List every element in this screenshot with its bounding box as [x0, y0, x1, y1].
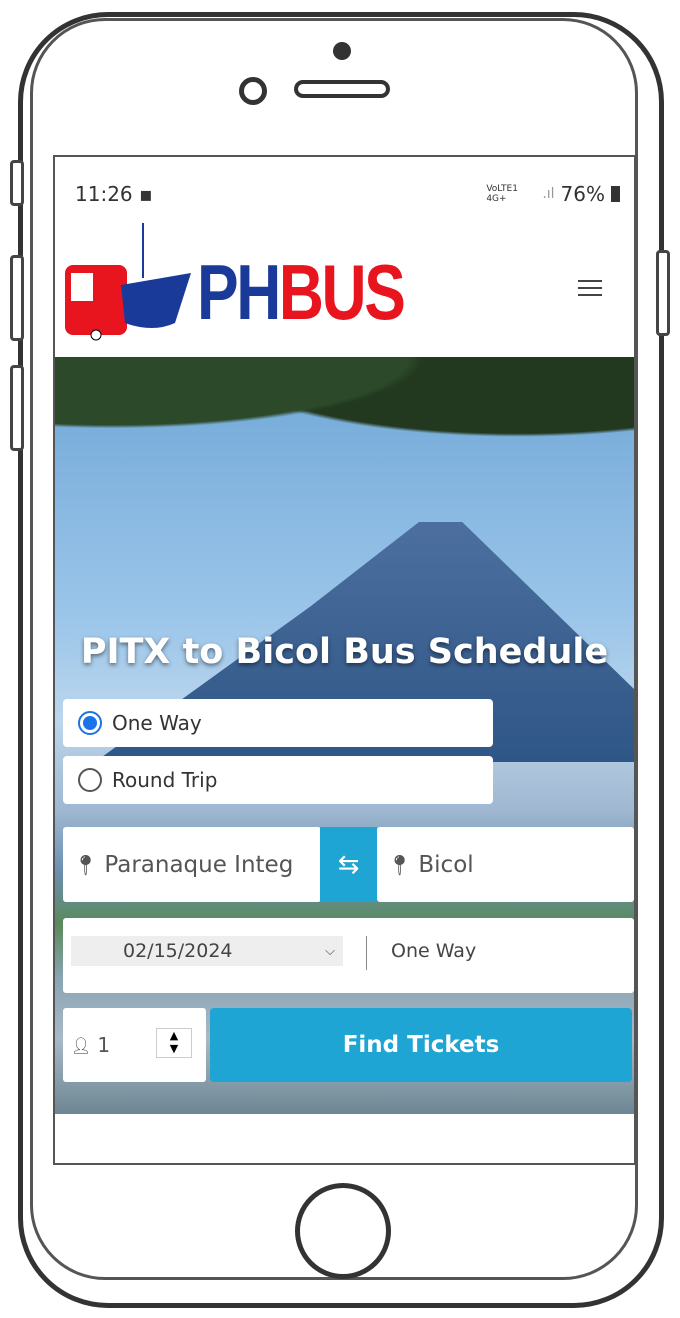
home-button[interactable]	[295, 1183, 391, 1279]
radio-one-way[interactable]: One Way	[63, 699, 493, 747]
radio-label: Round Trip	[112, 768, 218, 792]
radio-checked-icon	[78, 711, 102, 735]
speaker	[294, 80, 390, 98]
logo-text-bus: BUS	[278, 248, 406, 336]
network-status: VoLTE1 4G+	[486, 184, 518, 204]
passenger-count: 1	[97, 1033, 111, 1057]
radio-label: One Way	[112, 711, 202, 735]
radio-unchecked-icon	[78, 768, 102, 792]
date-select[interactable]: 02/15/2024 ⌵	[71, 936, 343, 966]
puzzle-icon: ▪	[139, 182, 153, 206]
time: 11:26	[75, 182, 133, 206]
swap-button[interactable]: ⇆	[320, 827, 377, 902]
logo[interactable]: PHBUS	[63, 223, 406, 343]
origin-value: Paranaque Integ	[104, 851, 294, 878]
sensor	[333, 42, 351, 60]
find-tickets-button[interactable]: Find Tickets	[210, 1008, 632, 1082]
user-icon: 👤︎	[71, 1035, 92, 1055]
hamburger-icon[interactable]	[578, 275, 602, 301]
signal-icon: .ıl	[542, 186, 555, 202]
origin-input[interactable]: 📍︎ Paranaque Integ	[63, 827, 321, 902]
hero-section: PITX to Bicol Bus Schedule One Way Round…	[55, 357, 634, 1114]
date-value: 02/15/2024	[123, 940, 233, 962]
map-pin-icon: 📍︎	[387, 852, 413, 877]
phone-button	[656, 250, 670, 336]
site-header: PHBUS	[55, 217, 634, 357]
bus-ship-logo-icon	[65, 223, 191, 341]
date-trip-row: 02/15/2024 ⌵ One Way	[63, 918, 634, 993]
swap-icon: ⇆	[337, 849, 360, 880]
screen: 11:26 ▪ VoLTE1 4G+ .ıl 76% PHBUS PITX to…	[53, 155, 636, 1165]
stepper[interactable]: ▲ ▼	[156, 1028, 192, 1058]
destination-value: Bicol	[418, 851, 474, 878]
trip-type-display[interactable]: One Way	[391, 940, 476, 962]
status-bar: 11:26 ▪ VoLTE1 4G+ .ıl 76%	[75, 179, 620, 209]
leaves-image	[55, 357, 634, 477]
chevron-down-icon: ⌵	[325, 943, 335, 959]
passenger-input[interactable]: 👤︎ 1 ▲ ▼	[63, 1008, 206, 1082]
phone-button	[10, 255, 24, 341]
destination-input[interactable]: 📍︎ Bicol	[377, 827, 634, 902]
page-title: PITX to Bicol Bus Schedule	[80, 632, 609, 672]
logo-text-ph: PH	[197, 248, 281, 336]
front-camera	[239, 77, 267, 105]
map-pin-icon: 📍︎	[73, 852, 99, 877]
battery-icon	[611, 186, 620, 202]
radio-round-trip[interactable]: Round Trip	[63, 756, 493, 804]
phone-button	[10, 365, 24, 451]
phone-button	[10, 160, 24, 206]
battery-level: 76%	[560, 182, 605, 206]
divider	[366, 936, 367, 970]
